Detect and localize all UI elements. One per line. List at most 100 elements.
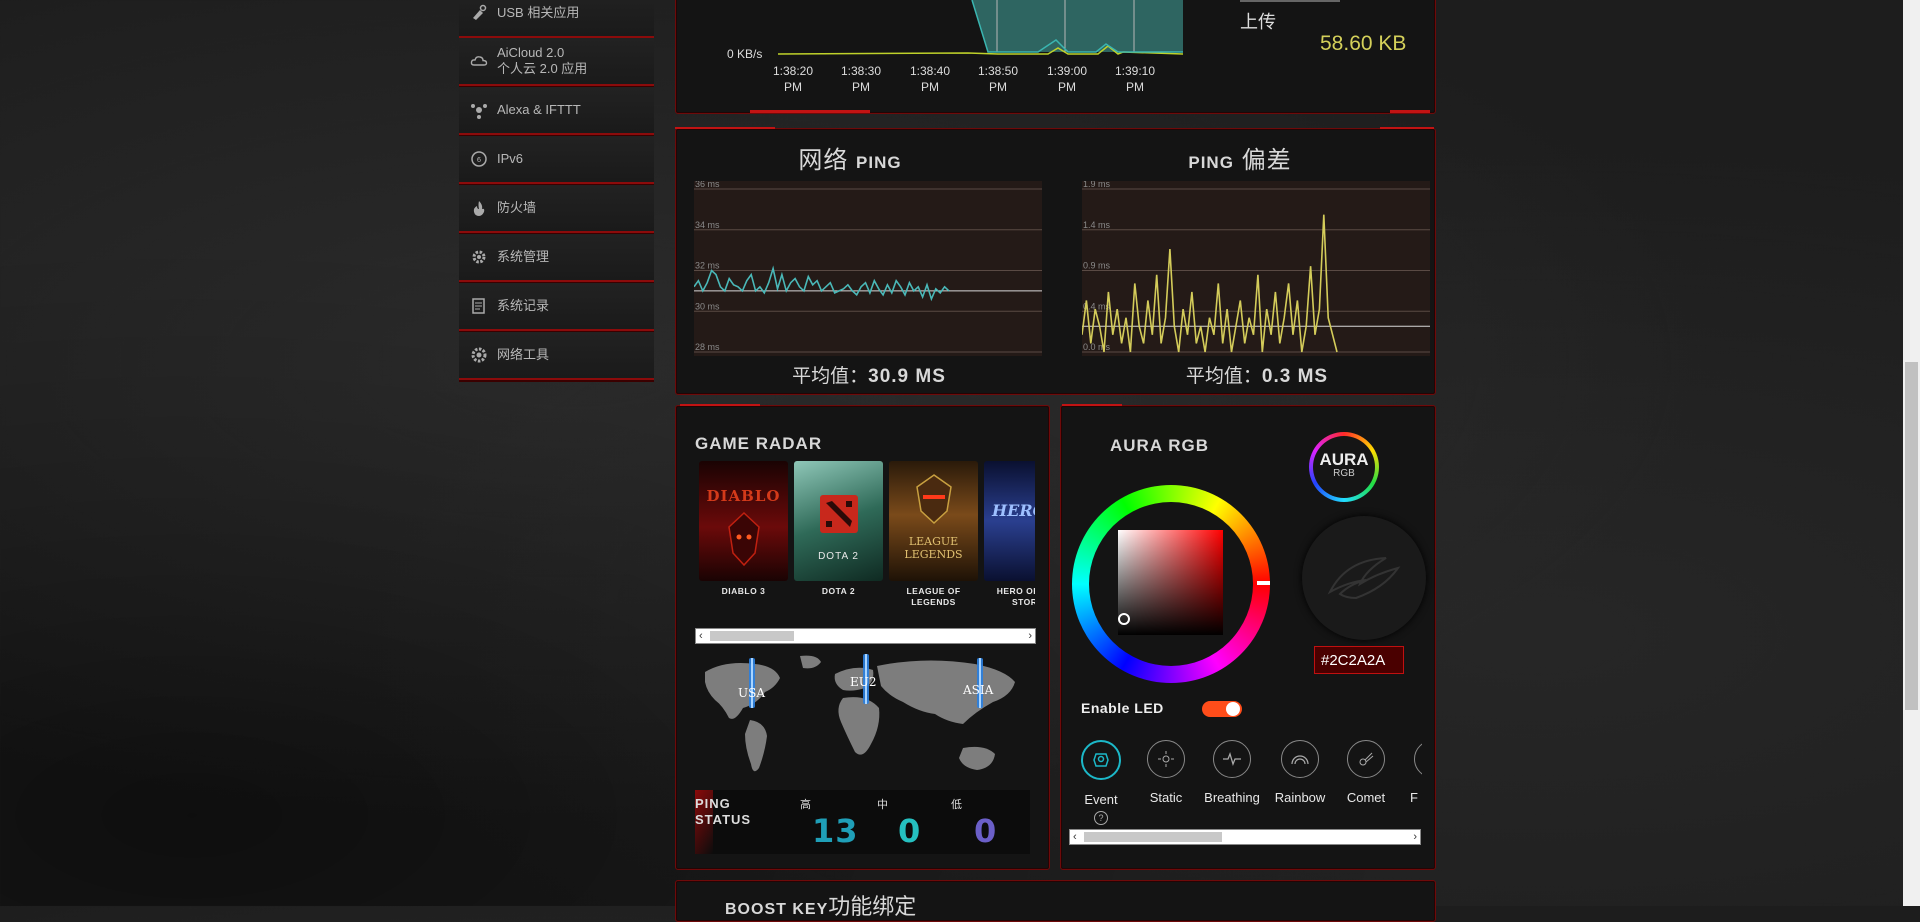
sidebar-item-syslog[interactable]: 系统记录 <box>459 283 654 331</box>
ping-medium-count: 0 <box>898 812 922 850</box>
effect-breathing[interactable]: Breathing <box>1202 740 1262 805</box>
sidebar-item-label: IPv6 <box>497 151 524 166</box>
panel-accent <box>680 404 760 406</box>
sidebar-item-label: 系统记录 <box>497 298 550 313</box>
breathing-icon <box>1213 740 1251 778</box>
jitter-title-en: PING <box>1188 153 1234 172</box>
traffic-chart <box>778 0 1183 58</box>
game-name: LEAGUE OF LEGENDS <box>906 586 961 607</box>
panel-accent <box>1380 127 1434 129</box>
game-card-lol[interactable]: LEAGUE LEGENDS LEAGUE OF LEGENDS <box>889 461 978 608</box>
static-icon <box>1147 740 1185 778</box>
chart-y-tick: 1.4 ms <box>1083 220 1111 230</box>
ping-status-label: PING STATUS <box>695 796 752 827</box>
ping-title: 网络 PING <box>695 140 1005 175</box>
tools-icon <box>469 345 489 365</box>
effect-event[interactable]: Event ? <box>1071 740 1131 825</box>
game-name: HERO OF THE STORM <box>996 586 1035 607</box>
ping-low-count: 0 <box>974 812 998 850</box>
jitter-title-cn: 偏差 <box>1241 147 1292 174</box>
traffic-x-tick: 1:39:10 PM <box>1114 64 1156 94</box>
scroll-left-icon[interactable]: ‹ <box>1073 830 1077 844</box>
effect-label: Rainbow <box>1274 790 1326 805</box>
usb-app-icon <box>469 3 489 23</box>
enable-led-toggle[interactable] <box>1202 701 1242 717</box>
chart-y-tick: 36 ms <box>695 181 720 189</box>
traffic-y-label: 0 KB/s <box>727 47 763 61</box>
globe-icon: 6 <box>469 149 489 169</box>
game-list-scrollbar[interactable]: ‹ › <box>695 628 1036 644</box>
log-icon <box>469 296 489 316</box>
effect-comet[interactable]: Comet <box>1336 740 1396 805</box>
scroll-right-icon[interactable]: › <box>1028 629 1032 643</box>
effect-rainbow[interactable]: Rainbow <box>1270 740 1330 805</box>
event-icon <box>1081 740 1121 780</box>
scroll-right-icon[interactable]: › <box>1413 830 1417 844</box>
game-card-heroes[interactable]: HERO HERO OF THE STORM <box>984 461 1035 608</box>
comet-icon <box>1347 740 1385 778</box>
ping-average: 平均值：30.9 MS <box>695 361 1043 388</box>
ping-title-cn: 网络 <box>798 147 849 174</box>
jitter-title: PING 偏差 <box>1085 140 1395 175</box>
sidebar-item-firewall[interactable]: 防火墙 <box>459 185 654 233</box>
svg-text:6: 6 <box>477 156 482 164</box>
sidebar-item-aicloud[interactable]: AiCloud 2.0 个人云 2.0 应用 <box>459 38 654 86</box>
page-scrollbar-thumb[interactable] <box>1905 362 1918 710</box>
game-card-diablo[interactable]: DIABLO DIABLO 3 <box>699 461 788 597</box>
sidebar-item-label: Alexa & IFTTT <box>497 102 581 117</box>
scroll-left-icon[interactable]: ‹ <box>699 629 703 643</box>
effect-more-icon <box>1414 740 1422 778</box>
sidebar-item-label: 防火墙 <box>497 200 537 215</box>
chart-background <box>1082 181 1430 356</box>
scrollbar-thumb[interactable] <box>710 631 794 641</box>
ping-high-count: 13 <box>812 812 859 850</box>
panel-accent <box>1390 110 1430 113</box>
ping-chart: 36 ms 34 ms 32 ms 30 ms 28 ms <box>694 181 1042 356</box>
panel-accent <box>675 127 775 129</box>
diablo-cover: DIABLO <box>699 461 788 581</box>
game-radar-title: GAME RADAR <box>695 434 823 453</box>
jitter-average: 平均值：0.3 MS <box>1083 361 1431 388</box>
hue-handle[interactable] <box>1257 581 1270 585</box>
effect-more[interactable]: F <box>1400 740 1422 805</box>
firewall-icon <box>469 198 489 218</box>
chart-y-tick: 34 ms <box>695 220 720 230</box>
page-scrollbar[interactable] <box>1903 0 1920 906</box>
upload-divider <box>1240 0 1340 2</box>
boost-key-title-en: BOOST KEY <box>725 901 829 918</box>
rainbow-icon <box>1281 740 1319 778</box>
ping-level-label: 中 <box>877 799 888 811</box>
sidebar-item-ipv6[interactable]: 6 IPv6 <box>459 136 654 184</box>
chart-y-tick: 30 ms <box>695 301 720 311</box>
color-hex-input[interactable]: #2C2A2A <box>1314 646 1404 674</box>
chart-y-tick: 28 ms <box>695 342 720 352</box>
rog-logo <box>1302 516 1426 640</box>
jitter-chart: 1.9 ms1.4 ms0.9 ms0.4 ms0.0 ms <box>1082 181 1430 356</box>
game-card-dota[interactable]: DOTA 2 DOTA 2 <box>794 461 883 597</box>
effect-label: Comet <box>1346 790 1386 805</box>
ping-level-label: 低 <box>951 799 962 811</box>
help-icon[interactable]: ? <box>1094 811 1108 825</box>
aura-logo-text: AURA <box>1319 450 1369 469</box>
sidebar-item-nettools[interactable]: 网络工具 <box>459 332 654 380</box>
chart-y-tick: 1.9 ms <box>1083 181 1111 189</box>
color-picker-handle[interactable] <box>1118 613 1130 625</box>
sidebar-item-label: 网络工具 <box>497 347 550 362</box>
panel-accent <box>750 110 870 113</box>
upload-value: 58.60 KB <box>1320 32 1407 55</box>
effect-static[interactable]: Static <box>1136 740 1196 805</box>
sidebar-item-admin[interactable]: 系统管理 <box>459 234 654 282</box>
ping-title-en: PING <box>856 153 902 172</box>
sidebar-item-usb[interactable]: USB 相关应用 <box>459 0 654 38</box>
effects-scrollbar[interactable]: ‹ › <box>1069 829 1421 845</box>
effect-label: Breathing <box>1204 790 1260 805</box>
boost-key-title: BOOST KEY功能绑定 <box>725 889 916 921</box>
chart-y-tick: 0.0 ms <box>1083 342 1111 352</box>
lol-cover: LEAGUE LEGENDS <box>889 461 978 581</box>
saturation-square[interactable] <box>1118 530 1223 635</box>
scrollbar-thumb[interactable] <box>1084 832 1222 842</box>
traffic-x-axis: 1:38:20 PM 1:38:30 PM 1:38:40 PM 1:38:50… <box>770 63 1210 94</box>
sidebar-item-alexa[interactable]: Alexa & IFTTT <box>459 87 654 135</box>
game-name: DIABLO 3 <box>721 586 766 596</box>
heroes-cover: HERO <box>984 461 1035 581</box>
